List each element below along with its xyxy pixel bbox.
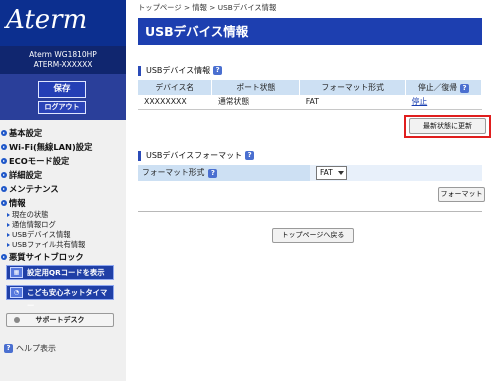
menu-item-eco-mode[interactable]: ECOモード設定 — [0, 154, 126, 168]
submenu-item-usb-file-sharing[interactable]: USBファイル共有情報 — [0, 240, 126, 250]
back-to-top-button[interactable]: トップページへ戻る — [272, 228, 354, 243]
menu-item-label: メンテナンス — [9, 184, 59, 194]
account-panel: 保存 ログアウト — [0, 74, 126, 120]
arrow-bullet-icon — [1, 200, 7, 206]
triangle-bullet-icon — [7, 243, 10, 247]
triangle-bullet-icon — [7, 233, 10, 237]
logout-button[interactable]: ログアウト — [38, 101, 86, 114]
format-section-title: USBデバイスフォーマット? — [138, 151, 255, 161]
help-label: ヘルプ表示 — [16, 344, 56, 353]
help-icon[interactable]: ? — [208, 168, 218, 178]
help-icon[interactable]: ? — [245, 151, 255, 160]
chevron-down-icon — [338, 171, 344, 175]
qr-code-icon: ▦ — [10, 267, 23, 278]
arrow-bullet-icon — [1, 144, 7, 150]
menu-item-label: Wi-Fi(無線LAN)設定 — [9, 142, 93, 152]
help-icon: ? — [4, 344, 13, 353]
submenu-item-label: USBデバイス情報 — [12, 230, 71, 239]
kids-timer-icon: ◔ — [10, 287, 23, 298]
menu-item-label: 情報 — [9, 198, 26, 208]
submenu-item-label: 通信情報ログ — [12, 220, 56, 229]
main-content: トップページ > 情報 > USBデバイス情報 USBデバイス情報 USBデバイ… — [126, 0, 500, 381]
device-info: Aterm WG1810HP ATERM-XXXXXX — [0, 46, 126, 74]
format-select-value: FAT — [320, 168, 333, 177]
page-title: USBデバイス情報 — [138, 18, 482, 45]
logo-band: Aterm — [0, 0, 126, 46]
menu-item-label: 詳細設定 — [9, 170, 43, 180]
support-icon — [14, 317, 20, 323]
menu-item-information[interactable]: 情報 — [0, 196, 126, 210]
refresh-status-button[interactable]: 最新状態に更新 — [409, 118, 486, 134]
stop-link[interactable]: 停止 — [405, 95, 482, 110]
section-title-label: USBデバイス情報 — [146, 66, 211, 75]
menu-item-maintenance[interactable]: メンテナンス — [0, 182, 126, 196]
menu-item-label: 基本設定 — [9, 128, 43, 138]
arrow-bullet-icon — [1, 172, 7, 178]
show-qr-code-button[interactable]: ▦ 設定用QRコードを表示 — [6, 265, 114, 280]
section-title-label: USBデバイスフォーマット — [146, 151, 243, 160]
arrow-bullet-icon — [1, 130, 7, 136]
port-status-cell: 通常状態 — [211, 95, 300, 110]
sidebar: Aterm Aterm WG1810HP ATERM-XXXXXX 保存 ログア… — [0, 0, 126, 381]
submenu-item-usb-device-info[interactable]: USBデバイス情報 — [0, 230, 126, 240]
arrow-bullet-icon — [1, 254, 7, 260]
arrow-bullet-icon — [1, 158, 7, 164]
support-desk-button[interactable]: サポートデスク — [6, 313, 114, 327]
model-name: Aterm WG1810HP — [29, 50, 97, 59]
divider — [138, 211, 482, 212]
menu-item-wifi-settings[interactable]: Wi-Fi(無線LAN)設定 — [0, 140, 126, 154]
triangle-bullet-icon — [7, 213, 10, 217]
menu-item-malicious-site-block[interactable]: 悪質サイトブロック — [0, 250, 126, 264]
format-row: フォーマット形式? FAT — [138, 165, 482, 181]
format-label-cell: フォーマット形式? — [138, 165, 310, 181]
menu-item-label: ECOモード設定 — [9, 156, 70, 166]
menu-item-basic-settings[interactable]: 基本設定 — [0, 126, 126, 140]
submenu-item-comm-log[interactable]: 通信情報ログ — [0, 220, 126, 230]
column-header-stop-resume: 停止／復帰? — [405, 80, 482, 95]
format-label: フォーマット形式 — [142, 168, 205, 177]
support-button-label: サポートデスク — [35, 316, 85, 324]
table-header-row: デバイス名 ポート状態 フォーマット形式 停止／復帰? — [138, 80, 482, 95]
menu-item-label: 悪質サイトブロック — [9, 252, 84, 262]
sidebar-menu: 基本設定 Wi-Fi(無線LAN)設定 ECOモード設定 詳細設定 メンテナンス… — [0, 126, 126, 264]
table-row: XXXXXXXX 通常状態 FAT 停止 — [138, 95, 482, 110]
format-select[interactable]: FAT — [316, 166, 347, 180]
device-id: ATERM-XXXXXX — [33, 60, 93, 69]
column-header-label: 停止／復帰 — [418, 83, 458, 92]
device-name-cell: XXXXXXXX — [138, 95, 212, 110]
column-header: フォーマット形式 — [299, 80, 407, 95]
menu-item-advanced-settings[interactable]: 詳細設定 — [0, 168, 126, 182]
triangle-bullet-icon — [7, 223, 10, 227]
qr-button-label: 設定用QRコードを表示 — [27, 268, 105, 277]
format-button[interactable]: フォーマット — [438, 187, 485, 202]
save-button[interactable]: 保存 — [38, 81, 86, 98]
help-icon[interactable]: ? — [213, 66, 223, 75]
submenu-item-label: USBファイル共有情報 — [12, 240, 86, 249]
aterm-logo: Aterm — [6, 5, 88, 35]
column-header: ポート状態 — [211, 80, 301, 95]
breadcrumb: トップページ > 情報 > USBデバイス情報 — [138, 3, 277, 12]
help-icon[interactable]: ? — [460, 83, 470, 93]
kids-button-label: こども安心ネットタイマー — [27, 288, 108, 310]
kids-net-timer-button[interactable]: ◔ こども安心ネットタイマー — [6, 285, 114, 310]
submenu-item-label: 現在の状態 — [12, 210, 49, 219]
device-section-title: USBデバイス情報? — [138, 66, 223, 76]
format-cell: FAT — [299, 95, 406, 110]
usb-device-table: デバイス名 ポート状態 フォーマット形式 停止／復帰? XXXXXXXX 通常状… — [138, 80, 482, 110]
column-header: デバイス名 — [138, 80, 213, 95]
arrow-bullet-icon — [1, 186, 7, 192]
submenu-item-current-status[interactable]: 現在の状態 — [0, 210, 126, 220]
help-link[interactable]: ? ヘルプ表示 — [4, 343, 56, 354]
